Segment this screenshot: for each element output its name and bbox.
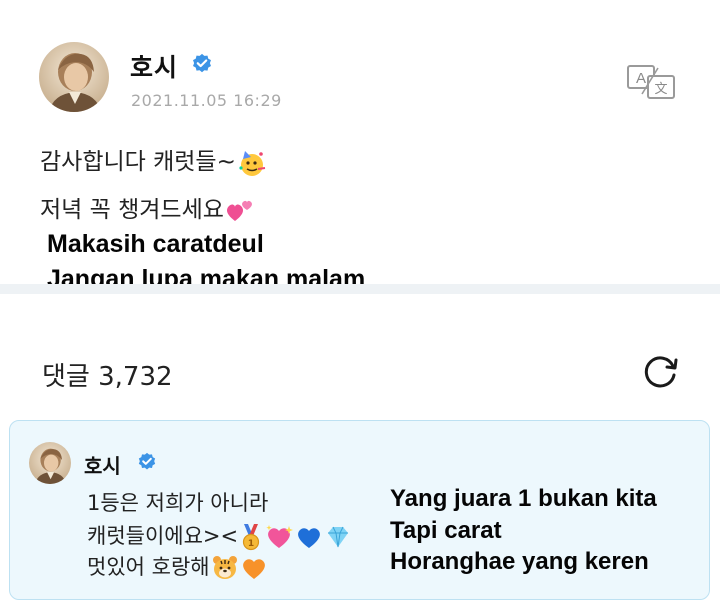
gold-medal-emoji: 1 [243, 524, 260, 551]
author-name[interactable]: 호시 [130, 48, 178, 84]
sparkling-heart-emoji [266, 525, 294, 548]
blue-heart-emoji [298, 528, 321, 548]
svg-text:A: A [636, 70, 646, 87]
post-text-1: 감사합니다 캐럿들~ [40, 149, 236, 175]
comment-text-3: 멋있어 호랑해 [87, 555, 210, 579]
comments-count: 댓글 3,732 [42, 362, 173, 392]
verified-check-icon [193, 53, 211, 73]
gem-emoji [328, 526, 349, 548]
comment-translation-line-1: Yang juara 1 bukan kita [390, 485, 657, 512]
refresh-icon[interactable] [640, 350, 682, 392]
svg-text:1: 1 [248, 539, 254, 549]
tiger-face-emoji [212, 556, 237, 579]
party-face-emoji [239, 150, 266, 176]
comment-translation-line-2: Tapi carat [390, 517, 502, 544]
comment-text-line-1: 1등은 저희가 아니라 [87, 491, 269, 515]
translate-icon[interactable]: A 文 [626, 64, 678, 100]
comment-translation-line-3: Horanghae yang keren [390, 548, 649, 575]
post-timestamp: 2021.11.05 16:29 [131, 91, 282, 110]
post-translation-line-1: Makasih caratdeul [47, 230, 264, 258]
comment-text-line-3: 멋있어 호랑해 [87, 551, 268, 582]
comment-author-name[interactable]: 호시 [84, 450, 121, 479]
post-text-line-2: 저녁 꼭 챙겨드세요 [40, 190, 255, 225]
verified-check-icon [138, 452, 156, 470]
comment-text-line-2: 캐럿들이에요>< 1 [87, 520, 352, 551]
section-divider [0, 284, 720, 294]
pinned-comment[interactable]: 호시 1등은 저희가 아니라 캐럿들이에요>< 1 멋있어 호랑해 Yang j… [9, 420, 710, 600]
orange-heart-emoji [242, 559, 265, 579]
svg-text:文: 文 [654, 82, 667, 97]
post-text-2: 저녁 꼭 챙겨드세요 [40, 197, 224, 223]
post-text-line-1: 감사합니다 캐럿들~ [40, 142, 267, 178]
comment-author-avatar[interactable] [29, 442, 71, 484]
post-card: 호시 2021.11.05 16:29 A 文 감사합니다 캐럿들~ 저녁 꼭 … [0, 0, 720, 293]
two-hearts-emoji [226, 200, 252, 221]
author-avatar[interactable] [39, 42, 109, 112]
comment-text-2: 캐럿들이에요>< [87, 524, 239, 548]
